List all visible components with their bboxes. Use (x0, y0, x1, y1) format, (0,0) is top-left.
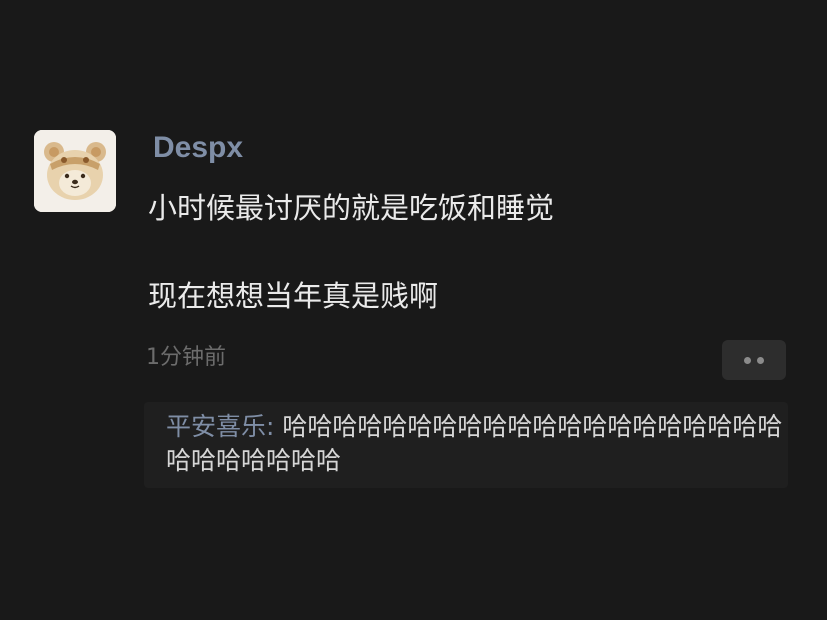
username[interactable]: Despx (153, 130, 243, 166)
comment-author[interactable]: 平安喜乐: (166, 412, 274, 441)
comment-item[interactable]: 平安喜乐: 哈哈哈哈哈哈哈哈哈哈哈哈哈哈哈哈哈哈哈哈哈哈哈哈哈哈哈 (166, 410, 788, 478)
post-text-line-2: 现在想想当年真是贱啊 (148, 279, 439, 313)
bear-avatar-icon (34, 130, 116, 212)
post-timestamp: 1分钟前 (146, 345, 226, 370)
comment-list: 平安喜乐: 哈哈哈哈哈哈哈哈哈哈哈哈哈哈哈哈哈哈哈哈哈哈哈哈哈哈哈 (144, 402, 788, 488)
more-dots-icon (744, 356, 751, 364)
post-content: 小时候最讨厌的就是吃饭和睡觉 现在想想当年真是贱啊 (148, 186, 788, 318)
more-dots-icon (757, 356, 764, 364)
avatar[interactable] (34, 130, 116, 212)
more-button[interactable] (722, 340, 786, 380)
post-text-line-1: 小时候最讨厌的就是吃饭和睡觉 (148, 191, 555, 225)
moment-screen: Despx 小时候最讨厌的就是吃饭和睡觉 现在想想当年真是贱啊 1分钟前 平安喜… (0, 0, 827, 620)
